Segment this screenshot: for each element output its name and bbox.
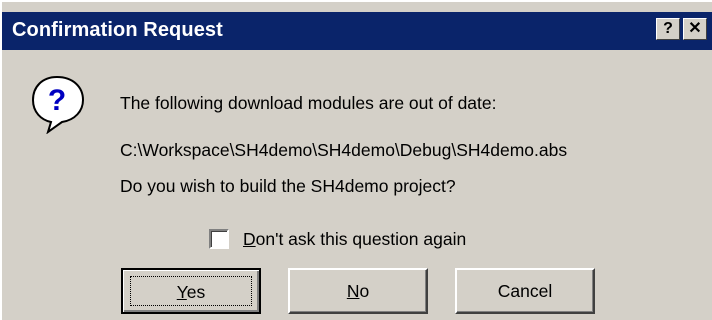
title-bar[interactable]: Confirmation Request ? ✕ bbox=[2, 12, 712, 50]
dont-ask-label-rest: on't ask this question again bbox=[255, 229, 467, 249]
message-line-3: Do you wish to build the SH4demo project… bbox=[120, 176, 456, 196]
yes-label-rest: es bbox=[186, 282, 206, 302]
help-button[interactable]: ? bbox=[656, 18, 680, 40]
confirmation-dialog: Confirmation Request ? ✕ ? The following… bbox=[0, 0, 712, 320]
focus-rectangle: Yes bbox=[130, 276, 252, 306]
close-icon: ✕ bbox=[688, 20, 702, 37]
no-label-rest: o bbox=[359, 281, 370, 301]
message-line-2-path: C:\Workspace\SH4demo\SH4demo\Debug\SH4de… bbox=[120, 140, 568, 160]
dont-ask-again-label[interactable]: Don't ask this question again bbox=[243, 229, 466, 250]
yes-button[interactable]: Yes bbox=[121, 268, 261, 314]
window-title: Confirmation Request bbox=[12, 19, 223, 41]
cancel-button[interactable]: Cancel bbox=[455, 268, 595, 314]
close-button[interactable]: ✕ bbox=[683, 18, 707, 40]
question-mark-glyph: ? bbox=[48, 84, 66, 117]
dont-ask-again-checkbox[interactable] bbox=[209, 229, 229, 249]
dont-ask-mnemonic: D bbox=[243, 229, 256, 249]
question-icon: ? bbox=[31, 75, 85, 134]
help-icon: ? bbox=[663, 20, 673, 37]
message-line-1: The following download modules are out o… bbox=[120, 93, 497, 113]
no-button[interactable]: No bbox=[288, 268, 428, 314]
no-mnemonic: N bbox=[346, 281, 360, 301]
yes-mnemonic: Y bbox=[176, 282, 187, 302]
